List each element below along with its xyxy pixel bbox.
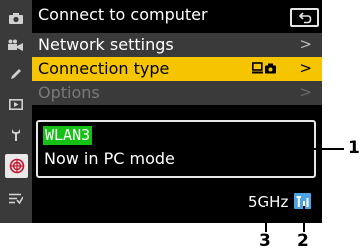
menu-item-options[interactable]: Options > xyxy=(32,81,322,105)
callout-2: 2 xyxy=(297,231,309,251)
return-arrow-icon xyxy=(298,11,311,23)
playback-icon[interactable] xyxy=(0,92,32,116)
menu-header: Connect to computer xyxy=(32,0,322,33)
callout-1: 1 xyxy=(348,138,360,158)
page-title: Connect to computer xyxy=(38,5,208,24)
network-globe-icon[interactable] xyxy=(5,154,28,178)
chevron-right-icon: > xyxy=(299,35,312,53)
camera-screen: Connect to computer Network settings > C… xyxy=(0,0,322,223)
chevron-right-icon: > xyxy=(299,83,312,101)
setup-wrench-icon[interactable] xyxy=(0,123,32,147)
frequency-band: 5GHz xyxy=(248,193,289,211)
my-menu-icon[interactable] xyxy=(0,186,32,210)
callout-3: 3 xyxy=(259,231,271,251)
movie-icon[interactable] xyxy=(0,33,32,57)
menu-item-label: Options xyxy=(38,83,100,102)
network-status-box: WLAN3 Now in PC mode xyxy=(36,120,316,178)
callout-1-leader xyxy=(314,148,344,150)
camera-icon[interactable] xyxy=(0,6,32,30)
menu-item-network-settings[interactable]: Network settings > xyxy=(32,33,322,57)
menu-list: Network settings > Connection type > Opt… xyxy=(32,33,322,105)
sidebar xyxy=(0,0,32,223)
network-ssid: WLAN3 xyxy=(43,126,93,145)
menu-item-connection-type[interactable]: Connection type > xyxy=(32,57,322,81)
pc-camera-connection-icon xyxy=(252,61,276,80)
callout-2-leader xyxy=(303,206,305,232)
menu-item-label: Connection type xyxy=(38,59,170,78)
back-button[interactable] xyxy=(290,8,319,27)
pencil-icon[interactable] xyxy=(0,62,32,86)
menu-item-label: Network settings xyxy=(38,35,174,54)
chevron-right-icon: > xyxy=(299,59,312,77)
connection-status: Now in PC mode xyxy=(44,149,175,168)
callout-3-leader xyxy=(265,206,267,232)
